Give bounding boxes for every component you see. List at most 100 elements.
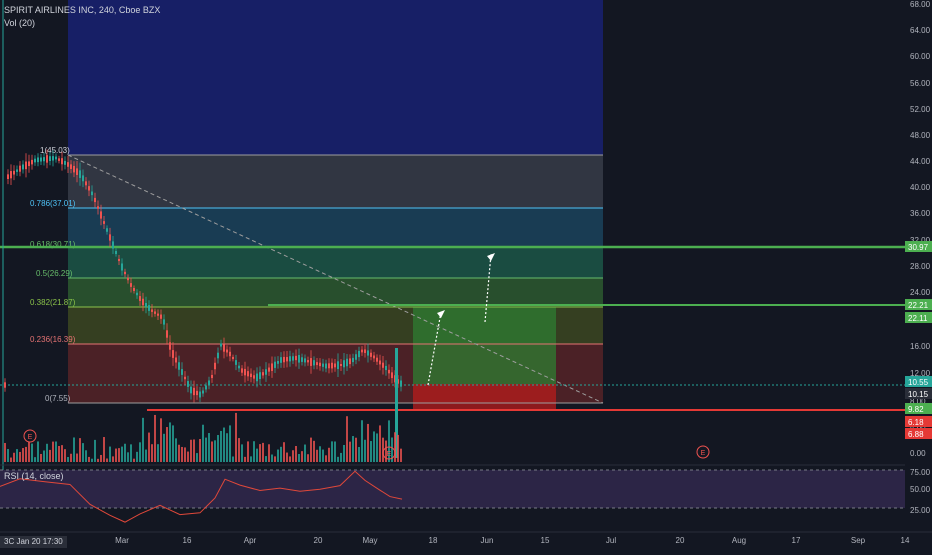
candle-body <box>100 211 102 219</box>
volume-bar <box>58 446 60 462</box>
volume-bar <box>394 432 396 462</box>
time-tick-label: May <box>362 536 377 545</box>
price-tick-label: 36.00 <box>910 209 931 218</box>
candle-body <box>283 356 285 363</box>
price-badge-text: 10.55 <box>908 378 929 387</box>
candle-body <box>4 382 6 388</box>
volume-bar <box>130 444 132 462</box>
fib-level-label: 0.236(16.39) <box>30 335 76 344</box>
chart-title[interactable]: SPIRIT AIRLINES INC, 240, Cboe BZX <box>4 5 160 15</box>
candle-body <box>244 368 246 376</box>
time-tick-label: Apr <box>244 536 257 545</box>
volume-bar <box>217 435 219 462</box>
price-badge-text: 9.82 <box>908 405 924 414</box>
candle-body <box>202 390 204 394</box>
volume-bar <box>163 433 165 462</box>
time-tick-label: 14 <box>901 536 910 545</box>
volume-bar <box>379 425 381 462</box>
candle-body <box>298 355 300 363</box>
time-tick-label: Mar <box>115 536 129 545</box>
volume-bar <box>175 438 177 462</box>
volume-bar <box>19 451 21 462</box>
candle-body <box>274 361 276 368</box>
volume-bar <box>238 438 240 462</box>
volume-bar <box>277 449 279 462</box>
volume-bar <box>364 439 366 462</box>
volume-bar <box>265 456 267 462</box>
fib-zone-05-0382 <box>68 278 603 307</box>
candle-body <box>67 162 69 167</box>
volume-bar <box>100 454 102 462</box>
volume-bar <box>334 441 336 462</box>
price-tick-label: 60.00 <box>910 52 931 61</box>
candle-body <box>235 360 237 365</box>
volume-bar <box>40 453 42 462</box>
volume-bar <box>250 456 252 462</box>
candle-body <box>85 181 87 186</box>
volume-bar <box>133 458 135 462</box>
volume-bar <box>31 443 33 462</box>
volume-bar <box>16 449 18 462</box>
volume-bar <box>400 448 402 462</box>
candle-body <box>250 373 252 378</box>
volume-bar <box>253 441 255 462</box>
volume-bar <box>247 441 249 462</box>
volume-bar <box>373 431 375 462</box>
chart-canvas[interactable]: 1(45.03)0.786(37.01)0.618(30.71)0.5(26.2… <box>0 0 932 550</box>
volume-bar <box>124 443 126 462</box>
price-tick-label: 28.00 <box>910 262 931 271</box>
volume-bar <box>79 438 81 462</box>
volume-bar <box>28 441 30 462</box>
chart-root[interactable]: 1(45.03) 0.786(37.01) 0.618(30.71) 0.5(26.2… <box>0 0 932 550</box>
candle-body <box>49 156 51 162</box>
candle-body <box>382 362 384 368</box>
volume-legend[interactable]: Vol (20) <box>4 18 35 28</box>
candle-body <box>277 361 279 364</box>
volume-bar <box>4 442 6 462</box>
volume-bar <box>241 444 243 462</box>
candle-body <box>31 159 33 165</box>
volume-bar <box>115 448 117 462</box>
price-badge-text: 22.11 <box>908 314 928 323</box>
candle-body <box>166 330 168 338</box>
volume-bar <box>109 446 111 462</box>
time-tick-label: 20 <box>676 536 685 545</box>
candle-body <box>34 158 36 163</box>
volume-bar <box>181 446 183 462</box>
volume-bar <box>220 430 222 462</box>
candle-body <box>223 344 225 352</box>
candle-body <box>328 363 330 369</box>
candle-body <box>181 369 183 375</box>
volume-bar <box>307 454 309 462</box>
volume-bar <box>10 457 12 462</box>
earnings-marker-text: E <box>701 450 706 457</box>
volume-bar <box>94 439 96 462</box>
volume-bar <box>187 451 189 462</box>
volume-bar <box>226 433 228 462</box>
fib-zone-top <box>68 0 603 155</box>
volume-bar <box>55 441 57 462</box>
volume-bar <box>70 453 72 462</box>
volume-bar <box>313 440 315 462</box>
time-tick-label: 17 <box>792 536 801 545</box>
volume-bar <box>340 452 342 462</box>
volume-bar <box>148 432 150 462</box>
candle-body <box>28 161 30 167</box>
volume-bar <box>319 446 321 462</box>
candle-body <box>88 186 90 191</box>
rsi-legend[interactable]: RSI (14, close) <box>4 471 64 481</box>
candle-body <box>337 361 339 370</box>
candle-body <box>187 381 189 387</box>
candle-body <box>220 343 222 347</box>
candle-body <box>103 221 105 224</box>
time-badge: 3C Jan 20 17:30 <box>0 536 67 548</box>
candle-body <box>142 298 144 306</box>
fib-zones <box>67 0 604 411</box>
candle-body <box>313 360 315 366</box>
time-tick-label: Aug <box>732 536 746 545</box>
candle-body <box>346 358 348 367</box>
candle-body <box>55 156 57 160</box>
volume-bar <box>184 447 186 462</box>
fib-level-label: 0.382(21.87) <box>30 298 76 307</box>
candle-body <box>253 375 255 379</box>
